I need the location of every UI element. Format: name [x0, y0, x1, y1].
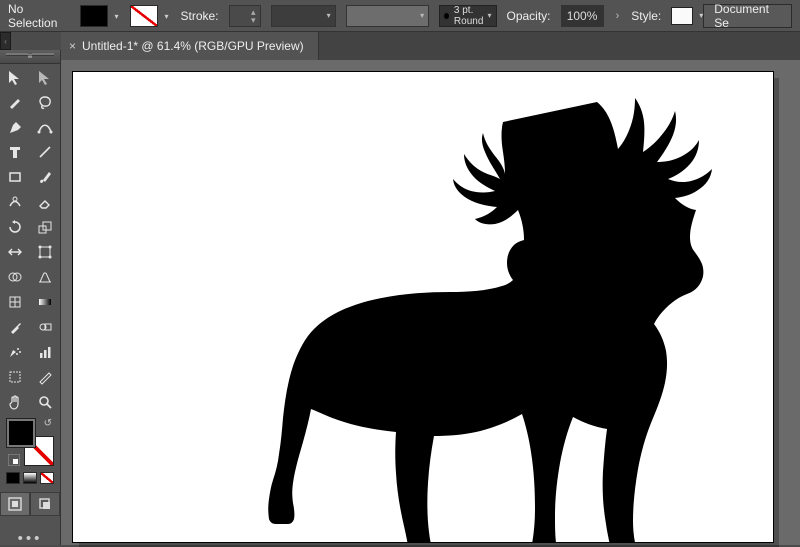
default-fill-stroke-icon[interactable]: [8, 454, 20, 466]
color-mode-row: [0, 472, 60, 486]
selection-status: No Selection: [8, 2, 70, 30]
no-stroke-icon: ▾: [130, 5, 158, 27]
scale-tool[interactable]: [30, 214, 60, 239]
column-graph-tool[interactable]: [30, 339, 60, 364]
close-tab-icon[interactable]: ×: [69, 39, 76, 53]
shaper-tool[interactable]: [0, 189, 30, 214]
document-tab-bar: × Untitled-1* @ 61.4% (RGB/GPU Preview): [61, 32, 800, 60]
draw-behind-button[interactable]: [30, 492, 60, 516]
paintbrush-tool[interactable]: [30, 164, 60, 189]
stroke-weight-field[interactable]: ▴▾: [229, 5, 261, 27]
eyedropper-tool[interactable]: [0, 314, 30, 339]
tool-panel-grip[interactable]: ≡: [0, 50, 60, 64]
shape-builder-tool[interactable]: [0, 264, 30, 289]
style-label: Style:: [631, 9, 661, 23]
direct-selection-tool[interactable]: [30, 64, 60, 89]
document-area: [61, 60, 800, 545]
perspective-grid-tool[interactable]: [30, 264, 60, 289]
control-bar: No Selection ▾ ▾ Stroke: ▴▾ ▾ ▾ 3 pt. Ro…: [0, 0, 800, 32]
slice-tool[interactable]: [30, 364, 60, 389]
color-mode-gradient[interactable]: [23, 472, 37, 484]
draw-normal-button[interactable]: [0, 492, 30, 516]
free-transform-tool[interactable]: [30, 239, 60, 264]
rectangle-tool[interactable]: [0, 164, 30, 189]
draw-mode-row: [0, 492, 60, 516]
eraser-tool[interactable]: [30, 189, 60, 214]
type-tool[interactable]: [0, 139, 30, 164]
fill-swatch-dropdown[interactable]: ▾: [80, 5, 108, 27]
fill-stroke-control[interactable]: ↺: [6, 418, 54, 466]
deer-silhouette-icon: [73, 72, 773, 542]
brush-preset-dropdown[interactable]: 3 pt. Round ▾: [439, 5, 496, 27]
opacity-label: Opacity:: [507, 9, 551, 23]
stroke-label: Stroke:: [180, 9, 218, 23]
mesh-tool[interactable]: [0, 289, 30, 314]
width-tool[interactable]: [0, 239, 30, 264]
style-swatch-icon: ▾: [671, 7, 693, 25]
magic-wand-tool[interactable]: [0, 89, 30, 114]
stroke-profile-dropdown[interactable]: ▾: [271, 5, 336, 27]
brush-definition-dropdown[interactable]: ▾: [346, 5, 429, 27]
swap-fill-stroke-icon[interactable]: ↺: [44, 418, 52, 429]
hand-tool[interactable]: [0, 389, 30, 414]
opacity-field[interactable]: 100%: [561, 5, 604, 27]
edit-toolbar-button[interactable]: •••: [0, 530, 60, 547]
fill-swatch-icon: ▾: [80, 5, 108, 27]
opacity-more-icon[interactable]: ›: [614, 10, 622, 22]
line-segment-tool[interactable]: [30, 139, 60, 164]
blend-tool[interactable]: [30, 314, 60, 339]
lasso-tool[interactable]: [30, 89, 60, 114]
tool-panel: ≡ ↺ •••: [0, 50, 61, 545]
color-mode-none[interactable]: [40, 472, 54, 484]
artboard-tool[interactable]: [0, 364, 30, 389]
panel-expand-button[interactable]: ‹: [0, 32, 11, 50]
stroke-swatch-dropdown[interactable]: ▾: [130, 5, 158, 27]
document-tab[interactable]: × Untitled-1* @ 61.4% (RGB/GPU Preview): [61, 32, 319, 60]
fill-color-swatch[interactable]: [6, 418, 36, 448]
curvature-tool[interactable]: [30, 114, 60, 139]
graphic-style-dropdown[interactable]: ▾: [671, 7, 693, 25]
selection-tool[interactable]: [0, 64, 30, 89]
rotate-tool[interactable]: [0, 214, 30, 239]
symbol-sprayer-tool[interactable]: [0, 339, 30, 364]
pen-tool[interactable]: [0, 114, 30, 139]
brush-dot-icon: [444, 13, 449, 19]
tool-grid: [0, 64, 60, 414]
gradient-tool[interactable]: [30, 289, 60, 314]
document-setup-button[interactable]: Document Se: [703, 4, 792, 28]
zoom-tool[interactable]: [30, 389, 60, 414]
document-title: Untitled-1* @ 61.4% (RGB/GPU Preview): [82, 39, 304, 53]
artboard[interactable]: [73, 72, 773, 542]
color-mode-solid[interactable]: [6, 472, 20, 484]
